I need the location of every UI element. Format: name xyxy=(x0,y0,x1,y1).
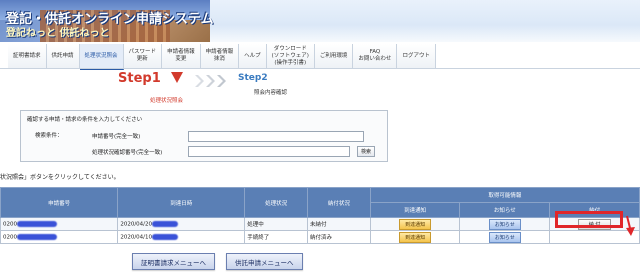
arrival-date: 2020/04/10 xyxy=(120,234,153,241)
step2-label: Step2 xyxy=(238,73,268,83)
payment-cell: 未納付 xyxy=(307,217,371,231)
nav-item-applicant-delete[interactable]: 申請者情報 抹消 xyxy=(200,44,240,68)
table-row: 0200 2020/04/20 処理中 未納付 到達通知 お知らせ 納 付 xyxy=(0,217,640,231)
arrival-cell: 2020/04/20 xyxy=(117,217,246,231)
col-notice: お知らせ xyxy=(459,202,551,218)
arrival-notice-button[interactable]: 到達通知 xyxy=(399,218,432,230)
arrival-cell: 2020/04/10 xyxy=(117,230,246,244)
search-button[interactable]: 検索 xyxy=(357,146,375,157)
col-available-info: 取得可能情報 xyxy=(369,187,640,203)
nav-divider xyxy=(0,68,640,69)
col-payment: 納付状況 xyxy=(307,187,371,218)
nav-item-environment[interactable]: ご利用環境 xyxy=(314,44,354,68)
nav-item-download[interactable]: ダウンロード (ソフトウェア) (操作手引書) xyxy=(266,44,315,68)
search-conditions-label: 検索条件： xyxy=(35,133,63,139)
step1-label: Step1 xyxy=(118,71,161,86)
pointer-arrow-icon xyxy=(626,215,635,236)
nav-item-password[interactable]: パスワード 更新 xyxy=(123,44,163,68)
pay-button-highlight xyxy=(555,211,623,228)
chevron-right-icon xyxy=(217,75,226,87)
status-number-input[interactable] xyxy=(188,146,350,157)
nav-item-logout[interactable]: ログアウト xyxy=(397,44,436,68)
nav-item-faq[interactable]: FAQ お問い合わせ xyxy=(353,44,398,68)
app-number-cell: 0200 xyxy=(0,217,119,231)
redacted-block xyxy=(17,220,57,227)
nav-item-applicant-change[interactable]: 申請者情報 変更 xyxy=(162,44,201,68)
redacted-block xyxy=(152,220,179,227)
redacted-block xyxy=(17,233,57,240)
instruction-text: 状況照会」ボタンをクリックしてください。 xyxy=(0,174,120,181)
notice-cell: お知らせ xyxy=(459,230,551,244)
application-number-label: 申請番号(完全一致) xyxy=(92,134,141,140)
col-pickup: 到達通知 xyxy=(369,202,461,218)
payment-cell: 納付済み xyxy=(307,230,371,244)
step1-caption: 処理状況照会 xyxy=(150,98,184,104)
status-cell: 手続終了 xyxy=(244,230,309,244)
table-row: 0200 2020/04/10 手続終了 納付済み 到達通知 お知らせ xyxy=(0,230,640,244)
current-step-arrow-icon xyxy=(171,72,183,83)
main-nav: 証明書請求 供託申請 処理状況照会 パスワード 更新 申請者情報 変更 申請者情… xyxy=(8,44,436,70)
col-status: 処理状況 xyxy=(244,187,309,218)
notice-button[interactable]: お知らせ xyxy=(488,218,521,230)
nav-item-status[interactable]: 処理状況照会 xyxy=(79,44,124,70)
status-cell: 処理中 xyxy=(244,217,309,231)
app-number-cell: 0200 xyxy=(0,230,119,244)
logo: 登記・供託オンライン申請システム 登記ねっと 供託ねっと xyxy=(0,0,214,42)
header-banner: 登記・供託オンライン申請システム 登記ねっと 供託ねっと xyxy=(0,0,640,42)
notice-cell: お知らせ xyxy=(459,217,551,231)
notice-button[interactable]: お知らせ xyxy=(488,231,521,243)
nav-item-deposit[interactable]: 供託申請 xyxy=(46,44,80,68)
nav-item-help[interactable]: ヘルプ xyxy=(239,44,267,68)
redacted-block xyxy=(152,233,179,240)
search-instruction: 確認する申請・請求の条件を入力してください xyxy=(27,117,143,123)
status-number-label: 処理状況確認番号(完全一致) xyxy=(92,150,163,156)
app-number-prefix: 0200 xyxy=(3,221,17,228)
results-table: 申請番号 到達日時 処理状況 納付状況 取得可能情報 到達通知 お知らせ 納付 … xyxy=(0,187,640,244)
pickup-cell: 到達通知 xyxy=(369,217,461,231)
col-arrival: 到達日時 xyxy=(117,187,246,218)
certificate-menu-button[interactable]: 証明書請求メニューへ xyxy=(132,253,215,270)
application-number-input[interactable] xyxy=(188,131,364,142)
col-app-no: 申請番号 xyxy=(0,187,119,218)
pickup-cell: 到達通知 xyxy=(369,230,461,244)
nav-item-certificate[interactable]: 証明書請求 xyxy=(8,44,47,68)
system-subtitle: 登記ねっと 供託ねっと xyxy=(6,28,110,39)
arrival-date: 2020/04/20 xyxy=(120,221,153,228)
step2-caption: 照会内容確認 xyxy=(254,90,288,96)
app-number-prefix: 0200 xyxy=(3,234,17,241)
table-header-row: 申請番号 到達日時 処理状況 納付状況 取得可能情報 xyxy=(0,187,640,218)
deposit-menu-button[interactable]: 供託申請メニューへ xyxy=(226,253,303,270)
arrival-notice-button[interactable]: 到達通知 xyxy=(399,231,432,243)
